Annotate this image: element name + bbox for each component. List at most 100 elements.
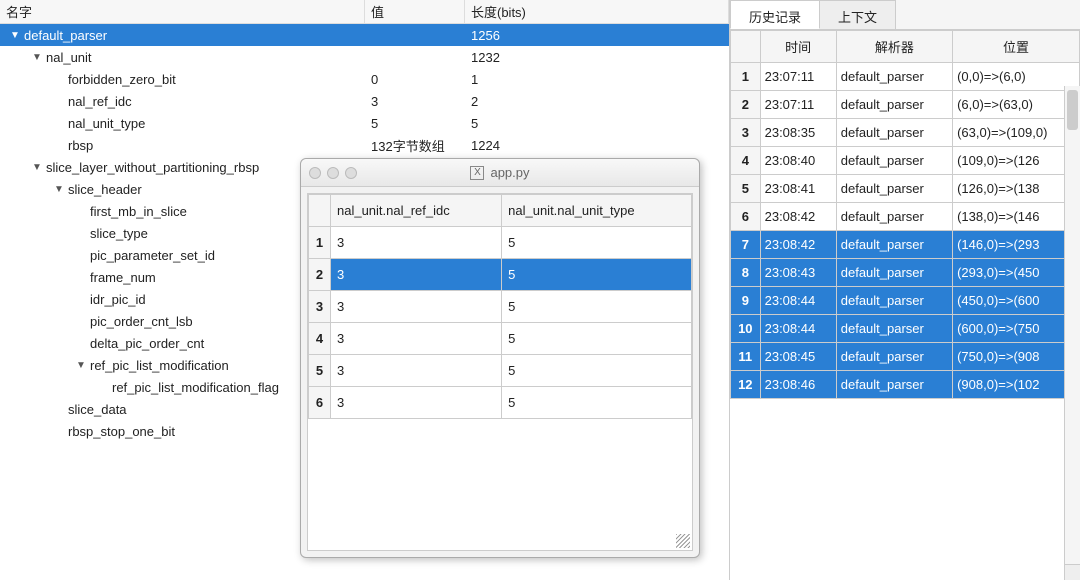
history-scrollbar-thumb[interactable] — [1067, 90, 1078, 130]
tree-row-value: 3 — [365, 94, 465, 109]
popup-row-number[interactable]: 2 — [309, 259, 331, 291]
history-row[interactable]: 1123:08:45default_parser(750,0)=>(908 — [731, 343, 1080, 371]
history-row-number[interactable]: 9 — [731, 287, 761, 315]
tab-history[interactable]: 历史记录 — [730, 0, 820, 29]
tree-toggle-icon[interactable]: ▼ — [52, 184, 66, 195]
tree-row-name[interactable]: rbsp — [0, 138, 365, 153]
history-row-position: (293,0)=>(450 — [953, 259, 1080, 287]
tree-row[interactable]: nal_ref_idc32 — [0, 90, 729, 112]
popup-row-number[interactable]: 1 — [309, 227, 331, 259]
tree-header-value[interactable]: 值 — [365, 0, 465, 24]
tree-row[interactable]: ▼nal_unit1232 — [0, 46, 729, 68]
popup-title: X app.py — [363, 165, 637, 180]
history-header-time[interactable]: 时间 — [760, 31, 836, 63]
history-row[interactable]: 623:08:42default_parser(138,0)=>(146 — [731, 203, 1080, 231]
tree-row-name[interactable]: nal_ref_idc — [0, 94, 365, 109]
resize-handle-icon[interactable] — [676, 534, 690, 548]
history-row[interactable]: 223:07:11default_parser(6,0)=>(63,0) — [731, 91, 1080, 119]
history-row-number[interactable]: 12 — [731, 371, 761, 399]
tree-row-name[interactable]: forbidden_zero_bit — [0, 72, 365, 87]
popup-row[interactable]: 235 — [309, 259, 692, 291]
history-row[interactable]: 523:08:41default_parser(126,0)=>(138 — [731, 175, 1080, 203]
history-row[interactable]: 1023:08:44default_parser(600,0)=>(750 — [731, 315, 1080, 343]
history-row-number[interactable]: 10 — [731, 315, 761, 343]
popup-row-col2: 5 — [502, 291, 692, 323]
tree-row-name[interactable]: ▼nal_unit — [0, 50, 365, 65]
history-row-number[interactable]: 5 — [731, 175, 761, 203]
history-row-position: (0,0)=>(6,0) — [953, 63, 1080, 91]
popup-header-col2[interactable]: nal_unit.nal_unit_type — [502, 195, 692, 227]
tree-row-label: rbsp_stop_one_bit — [66, 424, 175, 439]
popup-row[interactable]: 635 — [309, 387, 692, 419]
close-icon[interactable] — [309, 167, 321, 179]
history-row-parser: default_parser — [836, 315, 952, 343]
tree-row-name[interactable]: ▼default_parser — [0, 28, 365, 43]
history-row-number[interactable]: 4 — [731, 147, 761, 175]
tree-row[interactable]: rbsp132字节数组1224 — [0, 134, 729, 156]
popup-header-col1[interactable]: nal_unit.nal_ref_idc — [331, 195, 502, 227]
popup-row-col2: 5 — [502, 323, 692, 355]
history-row-parser: default_parser — [836, 371, 952, 399]
popup-row-col2: 5 — [502, 355, 692, 387]
history-row[interactable]: 923:08:44default_parser(450,0)=>(600 — [731, 287, 1080, 315]
tree-toggle-icon[interactable]: ▼ — [74, 360, 88, 371]
history-header-parser[interactable]: 解析器 — [836, 31, 952, 63]
tree-header-name[interactable]: 名字 — [0, 0, 365, 24]
history-header-position[interactable]: 位置 — [953, 31, 1080, 63]
popup-row-number[interactable]: 5 — [309, 355, 331, 387]
history-row[interactable]: 723:08:42default_parser(146,0)=>(293 — [731, 231, 1080, 259]
popup-row-number[interactable]: 4 — [309, 323, 331, 355]
history-row-position: (109,0)=>(126 — [953, 147, 1080, 175]
popup-row[interactable]: 535 — [309, 355, 692, 387]
history-row[interactable]: 323:08:35default_parser(63,0)=>(109,0) — [731, 119, 1080, 147]
popup-row-number[interactable]: 3 — [309, 291, 331, 323]
history-scrollbar[interactable] — [1064, 86, 1080, 564]
tree-toggle-icon[interactable]: ▼ — [8, 30, 22, 41]
popup-row[interactable]: 335 — [309, 291, 692, 323]
tab-context[interactable]: 上下文 — [819, 0, 896, 29]
history-row[interactable]: 1223:08:46default_parser(908,0)=>(102 — [731, 371, 1080, 399]
history-row-parser: default_parser — [836, 343, 952, 371]
history-row-position: (138,0)=>(146 — [953, 203, 1080, 231]
history-row[interactable]: 423:08:40default_parser(109,0)=>(126 — [731, 147, 1080, 175]
popup-row[interactable]: 435 — [309, 323, 692, 355]
history-row-number[interactable]: 1 — [731, 63, 761, 91]
history-row-time: 23:08:42 — [760, 231, 836, 259]
history-row-position: (146,0)=>(293 — [953, 231, 1080, 259]
history-row-number[interactable]: 11 — [731, 343, 761, 371]
popup-row[interactable]: 135 — [309, 227, 692, 259]
tree-row-label: pic_parameter_set_id — [88, 248, 215, 263]
tree-toggle-icon[interactable]: ▼ — [30, 52, 44, 63]
tree-row-label: nal_unit_type — [66, 116, 145, 131]
history-row-number[interactable]: 3 — [731, 119, 761, 147]
zoom-icon[interactable] — [345, 167, 357, 179]
popup-window[interactable]: X app.py nal_unit.nal_ref_idc nal_unit.n… — [300, 158, 700, 558]
tree-row-label: ref_pic_list_modification — [88, 358, 229, 373]
history-row-parser: default_parser — [836, 175, 952, 203]
popup-body: nal_unit.nal_ref_idc nal_unit.nal_unit_t… — [307, 193, 693, 551]
history-row[interactable]: 823:08:43default_parser(293,0)=>(450 — [731, 259, 1080, 287]
history-row-position: (450,0)=>(600 — [953, 287, 1080, 315]
popup-row-number[interactable]: 6 — [309, 387, 331, 419]
history-row-number[interactable]: 2 — [731, 91, 761, 119]
history-row-time: 23:08:44 — [760, 315, 836, 343]
tree-row-length: 1 — [465, 72, 729, 87]
tree-row-name[interactable]: nal_unit_type — [0, 116, 365, 131]
tree-row-label: idr_pic_id — [88, 292, 146, 307]
history-row-time: 23:08:45 — [760, 343, 836, 371]
tree-toggle-icon[interactable]: ▼ — [30, 162, 44, 173]
popup-titlebar[interactable]: X app.py — [301, 159, 699, 187]
history-row-parser: default_parser — [836, 147, 952, 175]
tree-row[interactable]: forbidden_zero_bit01 — [0, 68, 729, 90]
minimize-icon[interactable] — [327, 167, 339, 179]
history-row-number[interactable]: 7 — [731, 231, 761, 259]
tree-row[interactable]: ▼default_parser1256 — [0, 24, 729, 46]
history-row[interactable]: 123:07:11default_parser(0,0)=>(6,0) — [731, 63, 1080, 91]
history-row-time: 23:08:42 — [760, 203, 836, 231]
history-row-parser: default_parser — [836, 119, 952, 147]
tree-row[interactable]: nal_unit_type55 — [0, 112, 729, 134]
tree-header-length[interactable]: 长度(bits) — [465, 0, 729, 24]
history-row-number[interactable]: 8 — [731, 259, 761, 287]
tree-row-label: first_mb_in_slice — [88, 204, 187, 219]
history-row-number[interactable]: 6 — [731, 203, 761, 231]
